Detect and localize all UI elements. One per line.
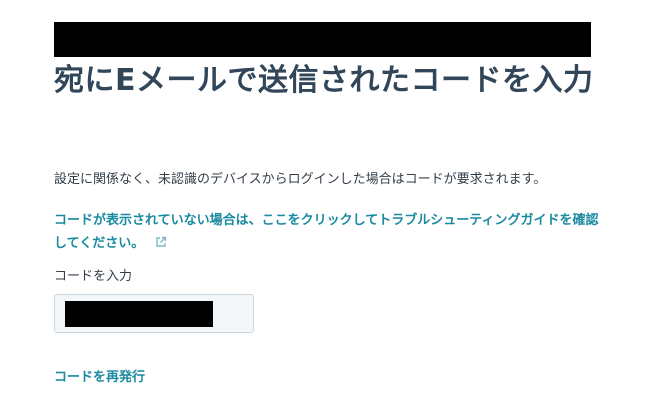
troubleshooting-guide-link[interactable]: コードが表示されていない場合は、ここをクリックしてトラブルシューティングガイドを… bbox=[54, 209, 599, 255]
redacted-email-bar bbox=[54, 22, 591, 57]
external-link-icon bbox=[156, 236, 166, 247]
page-title: 宛にEメールで送信されたコードを入力 bbox=[54, 63, 594, 98]
code-field-label: コードを入力 bbox=[54, 269, 133, 284]
resend-code-link[interactable]: コードを再発行 bbox=[54, 369, 145, 387]
redacted-code-value bbox=[65, 301, 213, 327]
troubleshooting-link-text: コードが表示されていない場合は、ここをクリックしてトラブルシューティングガイドを… bbox=[54, 213, 599, 251]
description-text: 設定に関係なく、未認識のデバイスからログインした場合はコードが要求されます。 bbox=[54, 172, 547, 187]
code-input-field[interactable] bbox=[54, 294, 254, 333]
